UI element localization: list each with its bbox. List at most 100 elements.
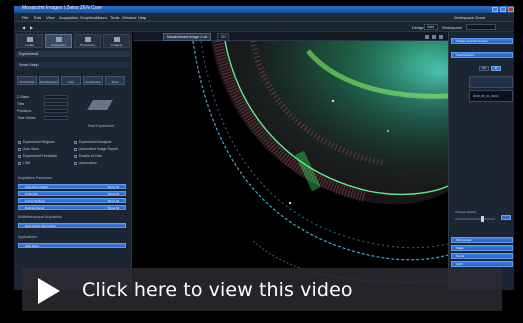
minimize-button[interactable]	[492, 7, 498, 12]
view-split-icon[interactable]	[432, 35, 436, 39]
document-tabs: Mosaic/Insect Image 1.czi 2D	[133, 32, 448, 41]
experiment-information-bar[interactable]: Experiment Information	[18, 223, 126, 228]
play-icon[interactable]	[38, 278, 60, 304]
ai-fast-checkbox[interactable]	[74, 155, 77, 158]
experiment-regions-checkbox[interactable]	[18, 141, 21, 144]
snap-acquire-header[interactable]: Snap/Acquire	[451, 52, 513, 58]
undo-icon[interactable]: ◀	[22, 25, 25, 30]
locate-icon	[27, 37, 33, 42]
view-grid-icon[interactable]	[425, 35, 429, 39]
right-document-panel: Images and Documents Snap/Acquire Off On…	[448, 32, 514, 290]
maximize-button[interactable]	[500, 7, 506, 12]
acquisition-parameter-title: Acquisition Parameter	[18, 176, 53, 180]
video-link-text[interactable]: Click here to view this video	[82, 279, 353, 301]
z-stack-field[interactable]	[44, 95, 68, 99]
mode-tabs: Locate Acquisition Processing Analysis	[16, 34, 130, 48]
workspace-label: Workspace	[442, 25, 462, 30]
live-button[interactable]: Live	[61, 76, 81, 85]
image-viewport[interactable]	[133, 41, 448, 290]
stage-header[interactable]: Stage	[451, 245, 513, 251]
workspace-select[interactable]	[466, 24, 496, 30]
analysis-icon	[114, 37, 120, 42]
focus-strategy-bar[interactable]: Focus Strategy Show All	[18, 198, 126, 203]
secondary-toolbar: ◀ ▶ Design Dark Workspace	[14, 22, 514, 32]
cell-marker	[331, 99, 335, 103]
menu-macro[interactable]: Macro	[96, 15, 107, 20]
thumbnail-item[interactable]: 2018_05_01_0001	[469, 90, 513, 102]
acquisition-icon	[56, 37, 62, 42]
automation-checkbox[interactable]	[74, 162, 77, 165]
menu-edit[interactable]: Edit	[34, 15, 41, 20]
experiment-regions-label: Experiment Regions	[23, 140, 55, 144]
tab-locate[interactable]: Locate	[16, 34, 43, 48]
light-header[interactable]: Light	[451, 261, 513, 267]
left-tool-panel: Locate Acquisition Processing Analysis E…	[14, 32, 132, 290]
automation-label: Automation	[79, 161, 97, 165]
experiment-selector[interactable]: Experiment1	[16, 51, 130, 57]
experiment-feedback-label: Experiment Feedback	[23, 154, 58, 158]
positions-row: Positions	[17, 109, 32, 113]
processing-icon	[85, 37, 91, 42]
opacity-slider[interactable]	[455, 216, 495, 222]
channels-bar[interactable]: Channels Show All	[18, 191, 126, 196]
menu-graphics[interactable]: Graphics	[80, 15, 96, 20]
tab-analysis[interactable]: Analysis	[103, 34, 130, 48]
microscopy-image	[192, 41, 448, 283]
set-exposure-button[interactable]: Set Exposure	[39, 76, 59, 85]
start-experiment-button[interactable]: Start Experiment	[88, 124, 128, 130]
menu-window[interactable]: Window	[122, 15, 136, 20]
experiment-designer-checkbox[interactable]	[74, 141, 77, 144]
tab-document-2d[interactable]: 2D	[217, 33, 230, 41]
tiles-field[interactable]	[44, 102, 68, 106]
definite-focus-bar[interactable]: Definite Focus Show All	[18, 205, 126, 210]
auto-save-checkbox[interactable]	[18, 148, 21, 151]
design-label: Design	[412, 25, 425, 30]
design-select[interactable]: Dark	[424, 24, 438, 30]
microscope-header[interactable]: Microscope	[451, 237, 513, 243]
applications-title: Applications	[18, 235, 37, 239]
snap-button[interactable]: Snap	[105, 76, 125, 85]
thumbnail-item-selected[interactable]	[469, 76, 513, 88]
workspace-zoom-label: Workspace Zoom	[454, 15, 486, 20]
continuous-button[interactable]: Continuous	[83, 76, 103, 85]
close-button[interactable]	[508, 7, 514, 12]
experiment-feedback-checkbox[interactable]	[18, 155, 21, 158]
smart-setup-header[interactable]: Smart Setup	[16, 62, 130, 68]
time-series-field[interactable]	[44, 116, 68, 120]
image-export-checkbox[interactable]	[74, 148, 77, 151]
cell-marker	[288, 201, 292, 205]
cell-marker	[387, 130, 389, 132]
auto-save-label: Auto Save	[23, 147, 40, 151]
images-documents-header[interactable]: Images and Documents	[451, 38, 513, 44]
tab-acquisition[interactable]: Acquisition	[45, 34, 72, 48]
ai-fast-label: Enable AI Fast	[79, 154, 102, 158]
acquisition-mode-bar[interactable]: Acquisition Mode Show All	[18, 184, 126, 189]
acquisition-buttons: Find Focus Set Exposure Live Continuous …	[17, 76, 129, 85]
menu-view[interactable]: View	[46, 15, 55, 20]
multidimensional-title: Multidimensional Acquisition	[18, 215, 62, 219]
experiment-designer-label: Experiment Designer	[79, 140, 112, 144]
view-fit-icon[interactable]	[439, 35, 443, 39]
find-focus-button[interactable]: Find Focus	[17, 76, 37, 85]
positions-field[interactable]	[44, 109, 68, 113]
lsm-checkbox[interactable]	[18, 162, 21, 165]
lsm-label: LSM	[23, 161, 31, 165]
time-series-row: Time Series	[17, 116, 36, 120]
focus-header[interactable]: Focus	[451, 253, 513, 259]
image-export-label: Automated Image Export	[79, 147, 118, 151]
toggle-on[interactable]: On	[491, 66, 501, 71]
menu-tools[interactable]: Tools	[110, 15, 119, 20]
tab-processing[interactable]: Processing	[74, 34, 101, 48]
opacity-slider-knob[interactable]	[481, 216, 484, 222]
redo-icon[interactable]: ▶	[30, 25, 33, 30]
menu-help[interactable]: Help	[138, 15, 146, 20]
window-titlebar: Mosaic/mi Images | Zeiss ZEN Core	[14, 5, 514, 13]
menu-file[interactable]: File	[22, 15, 28, 20]
toggle-off[interactable]: Off	[479, 66, 489, 71]
tiles-row: Tiles	[17, 102, 25, 106]
auto-save-bar[interactable]: Auto Save	[18, 243, 126, 248]
menu-acquisition[interactable]: Acquisition	[59, 15, 78, 20]
opacity-value[interactable]	[501, 215, 511, 220]
tab-document-mosaic[interactable]: Mosaic/Insect Image 1.czi	[163, 33, 212, 41]
screenshot-frame: Mosaic/mi Images | Zeiss ZEN Core File E…	[0, 0, 523, 323]
